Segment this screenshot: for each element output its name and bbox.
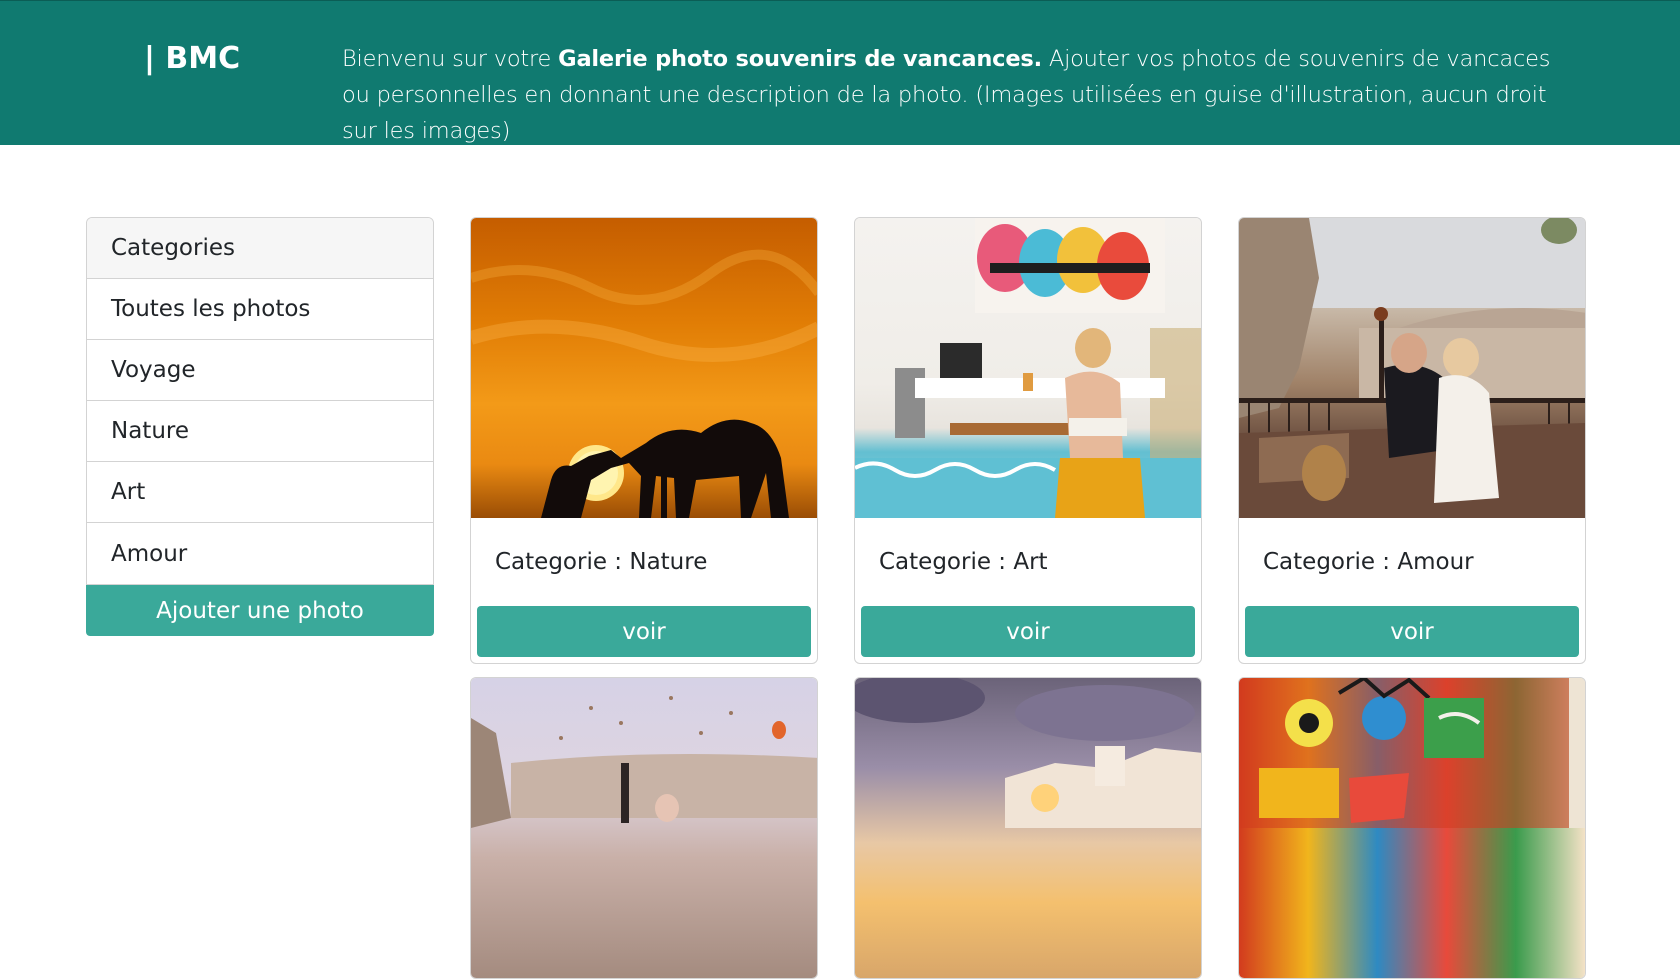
welcome-prefix: Bienvenu sur votre [342,46,559,72]
photo-card [470,677,818,979]
category-item-amour[interactable]: Amour [87,523,433,584]
welcome-bold: Galerie photo souvenirs de vancances. [558,46,1042,72]
add-photo-button[interactable]: Ajouter une photo [86,585,434,636]
brand-logo[interactable]: | BMC [144,41,240,76]
category-header: Categories [87,218,433,279]
category-item-voyage[interactable]: Voyage [87,340,433,401]
camel-sunset-photo[interactable] [471,218,817,518]
photo-card [854,677,1202,979]
category-list: Categories Toutes les photos Voyage Natu… [86,217,434,585]
photo-card: Categorie : Nature voir [470,217,818,664]
cafe-mural-photo[interactable] [855,218,1201,518]
category-sidebar: Categories Toutes les photos Voyage Natu… [86,217,434,636]
photo-card [1238,677,1586,979]
welcome-text: Bienvenu sur votre Galerie photo souveni… [342,41,1572,149]
top-banner: | BMC Bienvenu sur votre Galerie photo s… [0,0,1680,145]
category-item-nature[interactable]: Nature [87,401,433,462]
photo-card: Categorie : Art voir [854,217,1202,664]
category-item-all[interactable]: Toutes les photos [87,279,433,340]
photo-card: Categorie : Amour voir [1238,217,1586,664]
card-category: Categorie : Amour [1263,549,1474,575]
graffiti-art-photo[interactable] [1239,678,1585,978]
voir-button[interactable]: voir [1245,606,1579,657]
card-category: Categorie : Art [879,549,1048,575]
voir-button[interactable]: voir [861,606,1195,657]
card-category: Categorie : Nature [495,549,708,575]
category-item-art[interactable]: Art [87,462,433,523]
couple-terrace-photo[interactable] [1239,218,1585,518]
balloons-cappadocia-photo[interactable] [471,678,817,978]
santorini-sunset-photo[interactable] [855,678,1201,978]
voir-button[interactable]: voir [477,606,811,657]
